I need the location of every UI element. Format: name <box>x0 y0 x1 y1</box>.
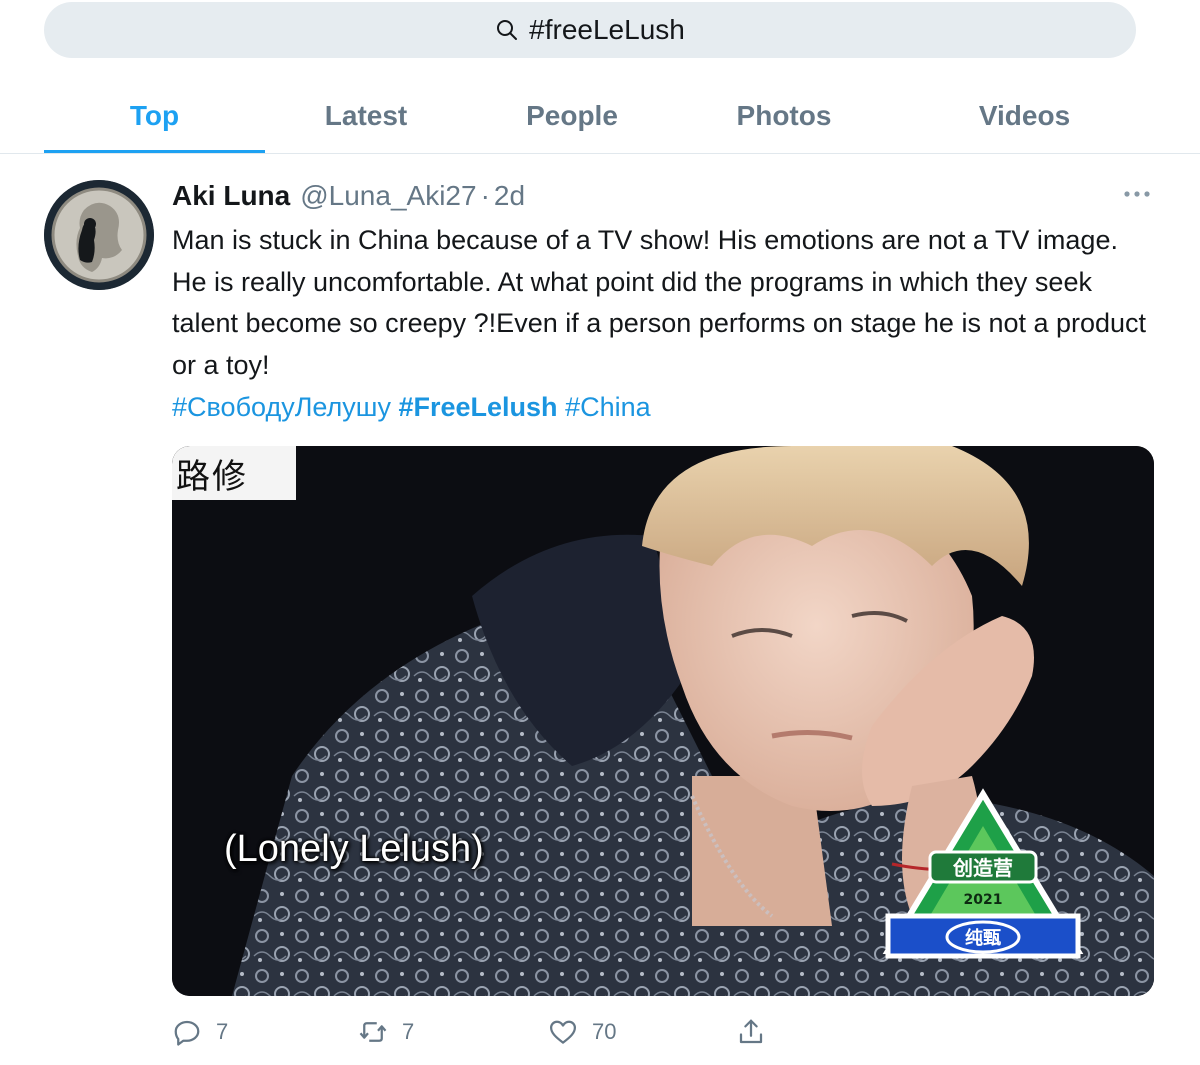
share-icon <box>739 1019 763 1044</box>
reply-count: 7 <box>216 1019 229 1044</box>
share-button[interactable] <box>736 1010 766 1054</box>
tweet-media-image[interactable]: 路修 (Lonely Lelush) 创造营 2021 纯甄 <box>172 446 1154 996</box>
watermark-label: 路修 <box>172 446 296 500</box>
like-button[interactable]: 70 <box>548 1010 616 1054</box>
tweet-text: Man is stuck in China because of a TV sh… <box>172 225 1147 380</box>
avatar[interactable] <box>44 180 154 290</box>
tweet-time[interactable]: 2d <box>494 180 525 212</box>
retweet-button[interactable]: 7 <box>358 1010 414 1054</box>
show-logo-icon: 创造营 2021 纯甄 <box>882 788 1084 959</box>
tab-latest[interactable]: Latest <box>265 78 467 154</box>
search-bar[interactable]: #freeLeLush <box>44 2 1136 58</box>
search-query[interactable]: #freeLeLush <box>529 14 685 46</box>
divider <box>0 153 1200 154</box>
tweet-actions: 7 7 70 <box>172 1010 792 1054</box>
display-name[interactable]: Aki Luna <box>172 180 290 212</box>
retweet-count: 7 <box>402 1019 415 1044</box>
hashtag-line: #СвободуЛелушу #FreeLelush #China <box>172 387 651 428</box>
hashtag-link[interactable]: #FreeLelush <box>398 392 557 422</box>
tab-photos[interactable]: Photos <box>677 78 891 154</box>
like-count: 70 <box>592 1019 617 1044</box>
more-options-icon[interactable] <box>1122 186 1152 202</box>
search-icon <box>497 20 518 40</box>
hashtag-link[interactable]: #China <box>565 392 651 422</box>
reply-icon <box>174 1020 200 1046</box>
hashtag-link[interactable]: #СвободуЛелушу <box>172 392 391 422</box>
image-caption: (Lonely Lelush) <box>224 828 484 870</box>
reply-button[interactable]: 7 <box>172 1010 228 1054</box>
separator-dot: · <box>480 180 490 211</box>
tab-top[interactable]: Top <box>44 78 265 154</box>
like-icon <box>550 1020 576 1044</box>
user-handle[interactable]: @Luna_Aki27 <box>300 180 476 212</box>
tab-people[interactable]: People <box>467 78 677 154</box>
tweet-header: Aki Luna @Luna_Aki27 · 2d <box>172 176 525 216</box>
show-logo-text: 创造营 <box>952 856 1013 880</box>
show-logo-year: 2021 <box>964 892 1003 908</box>
show-logo-sponsor: 纯甄 <box>965 927 1001 949</box>
search-tabs: Top Latest People Photos Videos <box>0 78 1200 154</box>
retweet-icon <box>359 1022 387 1042</box>
tab-videos[interactable]: Videos <box>891 78 1158 154</box>
